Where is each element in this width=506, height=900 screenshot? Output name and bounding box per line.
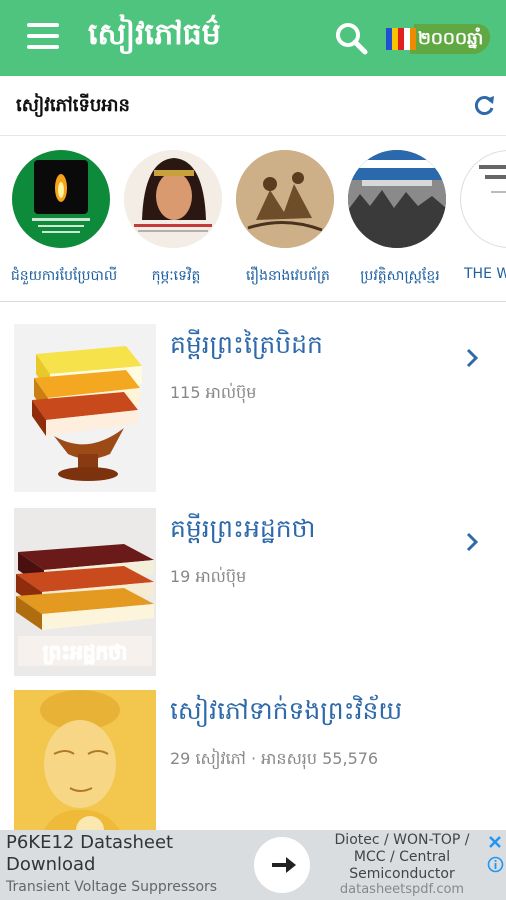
ad-subtitle: Transient Voltage Suppressors: [6, 879, 218, 895]
book-thumbnail: [12, 150, 110, 248]
book-thumbnail: [236, 150, 334, 248]
collection-count: 19 អាល់ប៊ុម: [170, 567, 247, 586]
recent-item-label: ប្រវត្តិសាស្ត្រខ្មែរ: [360, 268, 440, 284]
app-bar: សៀវភៅធម៌ ២០០០ឆ្នាំ: [0, 0, 506, 76]
ad-title[interactable]: P6KE12 Datasheet Download: [6, 832, 246, 876]
collection-row-atthakatha[interactable]: ព្រះអដ្ឋកថា គម្ពីរព្រះអដ្ឋកថា 19 អាល់ប៊ុ…: [0, 508, 506, 688]
recent-item-label: រឿងនាងវេបព័ត្រ: [246, 268, 330, 284]
arrow-right-icon: [272, 857, 296, 873]
ad-banner[interactable]: P6KE12 Datasheet Download Transient Volt…: [0, 830, 506, 900]
recent-item-label: THE W: [464, 266, 506, 282]
collection-title: សៀវភៅទាក់ទងព្រះវិន័យ: [170, 696, 403, 725]
recent-title: សៀវភៅទើបអាន: [16, 95, 130, 116]
book-cover: ព្រះអដ្ឋកថា: [14, 508, 156, 676]
collection-title: គម្ពីរព្រះអដ្ឋកថា: [170, 514, 316, 543]
ad-go-button[interactable]: [254, 837, 310, 893]
chevron-right-icon[interactable]: [462, 530, 482, 554]
ad-description: Diotec / WON-TOP / MCC / Central Semicon…: [334, 832, 470, 882]
collection-count: 115 អាល់ប៊ុម: [170, 383, 257, 402]
recent-strip: ជំនួយការបែប្រែបាលី កុម្ភៈទេវិត្ត រឿងនាងវ…: [0, 137, 506, 302]
book-thumbnail: [460, 150, 506, 248]
recent-item-label: កុម្ភៈទេវិត្ត: [151, 268, 201, 284]
recent-header: សៀវភៅទើបអាន: [0, 76, 506, 136]
recent-item[interactable]: ជំនួយការបែប្រែបាលី: [8, 150, 120, 290]
ad-domain: datasheetspdf.com: [339, 882, 465, 897]
book-cover: [14, 324, 156, 492]
search-icon[interactable]: [333, 20, 369, 56]
menu-icon[interactable]: [27, 23, 59, 49]
collection-row-tipitaka[interactable]: គម្ពីរព្រះត្រៃបិដក 115 អាល់ប៊ុម: [0, 324, 506, 504]
buddhist-flag-icon: [386, 28, 416, 50]
refresh-icon[interactable]: [470, 92, 498, 120]
cover-caption: ព្រះអដ្ឋកថា: [43, 640, 128, 665]
recent-item[interactable]: រឿងនាងវេបព័ត្រ: [232, 150, 344, 290]
info-icon[interactable]: [487, 856, 504, 873]
year-badge[interactable]: ២០០០ឆ្នាំ: [382, 22, 493, 56]
collection-title: គម្ពីរព្រះត្រៃបិដក: [170, 330, 323, 359]
app-title: សៀវភៅធម៌: [88, 17, 221, 52]
collection-count: 29 សៀវភៅ · អានសរុប 55,576: [170, 749, 379, 768]
book-thumbnail: [348, 150, 446, 248]
chevron-right-icon[interactable]: [462, 346, 482, 370]
recent-item-label: ជំនួយការបែប្រែបាលី: [10, 268, 118, 284]
book-thumbnail: [124, 150, 222, 248]
recent-item[interactable]: THE W: [456, 150, 506, 290]
close-icon[interactable]: [487, 834, 503, 850]
year-label: ២០០០ឆ្នាំ: [418, 29, 484, 49]
recent-item[interactable]: ប្រវត្តិសាស្ត្រខ្មែរ: [344, 150, 456, 290]
recent-item[interactable]: កុម្ភៈទេវិត្ត: [120, 150, 232, 290]
